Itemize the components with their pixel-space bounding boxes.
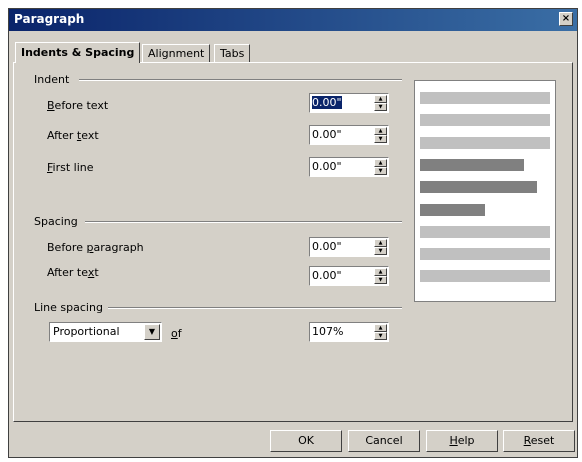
before-text-spinner[interactable]: 0.00" ▲ ▼ xyxy=(309,93,389,113)
reset-button[interactable]: Reset xyxy=(503,430,575,452)
line-spacing-mode: Proportional xyxy=(53,325,120,338)
spacing-group-title: Spacing xyxy=(34,215,78,228)
spin-up-icon[interactable]: ▲ xyxy=(374,268,387,276)
close-icon: × xyxy=(561,13,571,24)
spin-up-icon[interactable]: ▲ xyxy=(374,127,387,135)
after-text-spinner[interactable]: 0.00" ▲ ▼ xyxy=(309,125,389,145)
line-spacing-value-spinner[interactable]: 107% ▲ ▼ xyxy=(309,322,389,342)
spin-up-icon[interactable]: ▲ xyxy=(374,95,387,103)
preview-line-dark xyxy=(420,158,524,171)
help-button[interactable]: Help xyxy=(426,430,498,452)
first-line-value[interactable]: 0.00" xyxy=(312,160,342,173)
tab-tabs[interactable]: Tabs xyxy=(214,44,251,62)
after-text-label: After text xyxy=(47,129,99,142)
preview-line-light xyxy=(420,114,550,127)
after-text-value[interactable]: 0.00" xyxy=(312,128,342,141)
spin-down-icon[interactable]: ▼ xyxy=(374,103,387,111)
preview-line-light xyxy=(420,92,550,104)
of-label: of xyxy=(171,327,182,340)
line-spacing-value[interactable]: 107% xyxy=(312,325,343,338)
before-paragraph-spinner[interactable]: 0.00" ▲ ▼ xyxy=(309,237,389,257)
chevron-down-icon[interactable]: ▼ xyxy=(144,324,160,340)
before-paragraph-label: Before paragraph xyxy=(47,241,144,254)
first-line-label: First line xyxy=(47,161,94,174)
line-spacing-select[interactable]: Proportional ▼ xyxy=(49,322,162,342)
spacing-after-text-spinner[interactable]: 0.00" ▲ ▼ xyxy=(309,266,389,286)
spin-up-icon[interactable]: ▲ xyxy=(374,239,387,247)
title-bar[interactable]: Paragraph × xyxy=(9,9,577,31)
spacing-group-line xyxy=(85,221,402,223)
before-text-value[interactable]: 0.00" xyxy=(312,96,342,109)
preview-line-light xyxy=(420,136,550,149)
indent-group-line xyxy=(79,79,402,81)
line-spacing-group-title: Line spacing xyxy=(34,301,103,314)
spacing-after-text-value[interactable]: 0.00" xyxy=(312,269,342,282)
cancel-button[interactable]: Cancel xyxy=(348,430,420,452)
line-spacing-group-line xyxy=(108,307,402,309)
tab-alignment[interactable]: Alignment xyxy=(142,44,211,62)
preview-line-dark xyxy=(420,203,485,216)
before-text-label: Before text xyxy=(47,99,109,112)
spin-down-icon[interactable]: ▼ xyxy=(374,276,387,284)
spin-up-icon[interactable]: ▲ xyxy=(374,159,387,167)
close-button[interactable]: × xyxy=(559,12,573,26)
spin-down-icon[interactable]: ▼ xyxy=(374,167,387,175)
spin-down-icon[interactable]: ▼ xyxy=(374,247,387,255)
spin-down-icon[interactable]: ▼ xyxy=(374,135,387,143)
paragraph-preview xyxy=(414,80,556,302)
preview-line-light xyxy=(420,248,550,261)
paragraph-dialog: Paragraph × Indents & Spacing Alignment … xyxy=(8,8,578,458)
dialog-title: Paragraph xyxy=(14,12,85,26)
preview-line-light xyxy=(420,225,550,238)
preview-line-dark xyxy=(420,181,537,194)
before-paragraph-value[interactable]: 0.00" xyxy=(312,240,342,253)
spacing-after-text-label: After text xyxy=(47,266,99,279)
spin-down-icon[interactable]: ▼ xyxy=(374,332,387,340)
tab-indents-spacing[interactable]: Indents & Spacing xyxy=(15,42,141,63)
spin-up-icon[interactable]: ▲ xyxy=(374,324,387,332)
ok-button[interactable]: OK xyxy=(270,430,342,452)
first-line-spinner[interactable]: 0.00" ▲ ▼ xyxy=(309,157,389,177)
indent-group-title: Indent xyxy=(34,73,70,86)
preview-line-light xyxy=(420,270,550,283)
